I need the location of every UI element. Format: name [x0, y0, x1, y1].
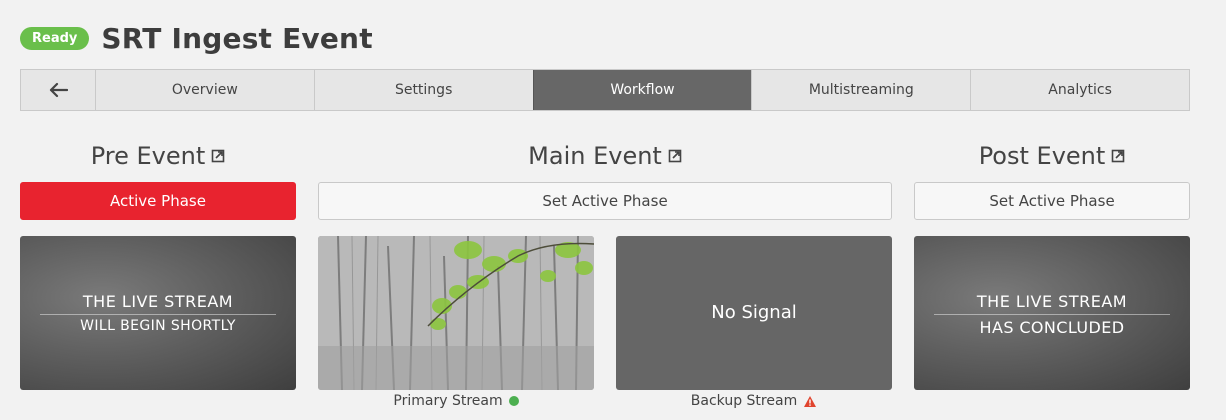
- tab-settings[interactable]: Settings: [313, 70, 533, 110]
- primary-stream-preview[interactable]: [318, 236, 594, 390]
- pre-event-slate: THE LIVE STREAM WILL BEGIN SHORTLY: [20, 236, 296, 390]
- stream-thumbnail-image: [318, 236, 594, 390]
- post-event-title[interactable]: Post Event: [914, 140, 1190, 172]
- backup-stream-label: Backup Stream: [690, 393, 798, 409]
- slate-divider: [934, 314, 1170, 315]
- pre-event-active-phase-button[interactable]: Active Phase: [20, 182, 296, 220]
- pre-event-title[interactable]: Pre Event: [20, 140, 296, 172]
- slate-line1: THE LIVE STREAM: [976, 292, 1128, 311]
- slate-line2: WILL BEGIN SHORTLY: [80, 318, 236, 334]
- back-button[interactable]: [21, 70, 95, 110]
- status-badge: Ready: [20, 26, 90, 50]
- primary-stream-caption: Primary Stream: [318, 392, 594, 410]
- tab-overview[interactable]: Overview: [94, 70, 314, 110]
- arrow-left-icon: [49, 82, 68, 98]
- external-link-icon[interactable]: [211, 149, 225, 163]
- main-event-set-active-button[interactable]: Set Active Phase: [318, 182, 892, 220]
- external-link-icon[interactable]: [1111, 149, 1125, 163]
- post-event-label: Post Event: [978, 142, 1106, 170]
- slate-line2: HAS CONCLUDED: [979, 318, 1125, 337]
- slate-divider: [40, 314, 276, 315]
- external-link-icon[interactable]: [668, 149, 682, 163]
- tab-workflow[interactable]: Workflow: [532, 70, 752, 110]
- backup-stream-caption: Backup Stream: [616, 392, 892, 410]
- page-header: Ready SRT Ingest Event: [20, 18, 373, 58]
- slate-line1: THE LIVE STREAM: [82, 292, 234, 311]
- pre-event-label: Pre Event: [90, 142, 206, 170]
- tab-multistreaming[interactable]: Multistreaming: [751, 70, 970, 110]
- post-event-slate: THE LIVE STREAM HAS CONCLUDED: [914, 236, 1190, 390]
- primary-stream-label: Primary Stream: [393, 393, 503, 409]
- main-event-label: Main Event: [528, 142, 662, 170]
- tab-bar: Overview Settings Workflow Multistreamin…: [20, 69, 1190, 111]
- tab-analytics[interactable]: Analytics: [970, 70, 1189, 110]
- no-signal-text: No Signal: [711, 302, 797, 323]
- warning-icon: [804, 395, 817, 407]
- main-event-title[interactable]: Main Event: [318, 140, 892, 172]
- backup-stream-preview[interactable]: No Signal: [616, 236, 892, 390]
- post-event-set-active-button[interactable]: Set Active Phase: [914, 182, 1190, 220]
- page-title: SRT Ingest Event: [101, 21, 373, 55]
- status-ok-icon: [508, 396, 519, 406]
